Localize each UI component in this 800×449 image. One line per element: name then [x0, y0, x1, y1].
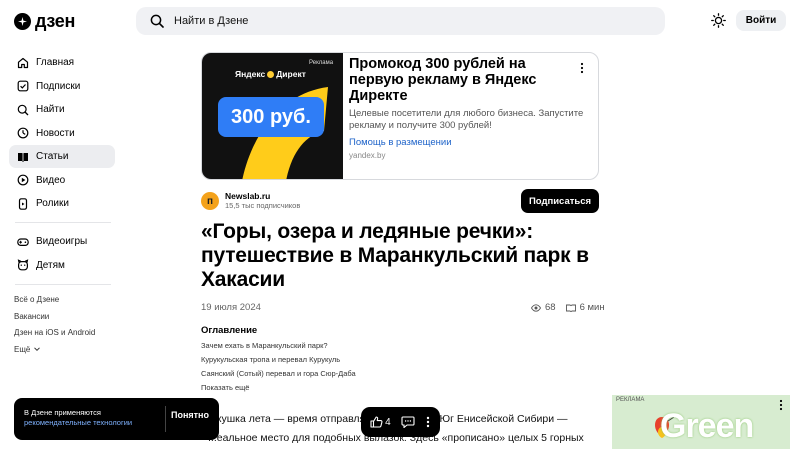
cookie-message: В Дзене применяются [24, 408, 101, 417]
sidebar-item-video[interactable]: Видео [9, 169, 115, 192]
channel-subscribers: 15,5 тыс подписчиков [225, 201, 301, 210]
sidebar-item-label: Детям [36, 259, 65, 271]
side-ad-logo-text: Green [660, 407, 754, 445]
more-vertical-icon[interactable] [577, 62, 587, 74]
cookie-accept-button[interactable]: Понятно [171, 410, 209, 420]
ad-description: Целевые посетители для любого бизнеса. З… [349, 108, 584, 131]
sidebar-item-search[interactable]: Найти [9, 98, 115, 121]
logo-text: дзен [35, 11, 76, 31]
toc-show-more[interactable]: Показать ещё [201, 383, 356, 397]
views-count: 68 [545, 302, 556, 313]
footer-more-label: Ещё [14, 344, 31, 354]
footer-link-about[interactable]: Всё о Дзене [9, 292, 115, 309]
search-icon [17, 104, 29, 115]
ad-brand-text-2: Директ [276, 69, 306, 79]
sidebar-item-label: Статьи [36, 151, 69, 162]
read-time: 6 мин [579, 302, 605, 313]
channel-text: Newslab.ru 15,5 тыс подписчиков [225, 191, 300, 211]
ad-domain: yandex.by [349, 151, 386, 160]
search-input[interactable] [174, 15, 574, 27]
sidebar-item-shorts[interactable]: Ролики [9, 192, 115, 215]
header: дзен Войти [0, 0, 800, 44]
sidebar-item-label: Видеоигры [36, 236, 88, 247]
channel-info[interactable]: п Newslab.ru 15,5 тыс подписчиков [201, 191, 300, 211]
sidebar-item-label: Ролики [36, 198, 69, 209]
sidebar-item-label: Главная [36, 57, 75, 68]
ad-title[interactable]: Промокод 300 рублей на первую рекламу в … [349, 56, 569, 104]
shorts-icon [18, 197, 28, 210]
video-icon [17, 174, 29, 186]
sidebar-item-label: Подписки [36, 80, 81, 92]
ad-label: Реклама [309, 60, 334, 66]
footer-link-apps[interactable]: Дзен на iOS и Android [9, 325, 115, 342]
like-button[interactable]: 4 [370, 416, 391, 428]
ad-price: 300 руб. [218, 97, 324, 137]
subscribe-button[interactable]: Подписаться [521, 189, 599, 213]
news-icon [17, 127, 29, 139]
sidebar-item-subscriptions[interactable]: Подписки [9, 75, 115, 98]
login-button[interactable]: Войти [736, 10, 786, 31]
sidebar-divider [15, 283, 111, 285]
search-icon [150, 14, 164, 28]
sidebar-item-news[interactable]: Новости [9, 122, 115, 145]
book-icon [565, 304, 576, 312]
sidebar-item-label: Новости [36, 127, 75, 139]
like-count: 4 [385, 416, 391, 428]
article-stats: 68 6 мин [531, 302, 605, 313]
articles-icon [18, 152, 28, 162]
cookie-text: В Дзене применяются рекомендательные тех… [24, 408, 164, 428]
comment-icon[interactable] [401, 416, 415, 428]
ad-link[interactable]: Помощь в размещении [349, 137, 452, 148]
chevron-down-icon [34, 347, 41, 352]
thumbs-up-icon [370, 416, 383, 428]
sidebar-item-label: Найти [36, 104, 65, 115]
search-bar[interactable] [136, 7, 665, 35]
side-ad-banner[interactable]: РЕКЛАМА Green [612, 395, 790, 449]
article-date: 19 июля 2024 [201, 302, 261, 313]
reaction-bar: 4 [361, 407, 440, 437]
toc-item[interactable]: Зачем ехать в Маранкульский парк? [201, 341, 356, 355]
sidebar-divider [15, 222, 111, 223]
table-of-contents: Зачем ехать в Маранкульский парк? Куруку… [201, 341, 356, 397]
ad-image[interactable]: Реклама Яндекс Директ 300 руб. [202, 53, 343, 179]
article-title: «Горы, озера и ледяные речки»: путешеств… [201, 220, 589, 291]
yandex-direct-logo-icon [267, 70, 275, 78]
ad-card[interactable]: Реклама Яндекс Директ 300 руб. Промокод … [201, 52, 599, 180]
cookie-link[interactable]: рекомендательные технологии [24, 418, 132, 427]
sidebar-item-articles[interactable]: Статьи [9, 145, 115, 168]
channel-name[interactable]: Newslab.ru [225, 191, 300, 201]
home-icon [17, 57, 29, 68]
eye-icon [531, 303, 541, 312]
kids-icon [17, 259, 29, 271]
more-vertical-icon[interactable] [425, 416, 431, 428]
sidebar-item-videogames[interactable]: Видеоигры [9, 230, 115, 253]
side-ad-label: РЕКЛАМА [616, 397, 645, 403]
avatar[interactable]: п [201, 192, 219, 210]
toc-item[interactable]: Саянский (Сотый) перевал и гора Сюр-Даба [201, 369, 356, 383]
sidebar: Главная Подписки Найти Новости Статьи Ви… [9, 51, 115, 358]
ad-brand-text-1: Яндекс [235, 69, 266, 79]
toc-item[interactable]: Курукульская тропа и перевал Курукуль [201, 355, 356, 369]
dzen-logo-icon [14, 13, 31, 30]
cookie-notice: В Дзене применяются рекомендательные тех… [14, 398, 219, 440]
sidebar-item-label: Видео [36, 174, 66, 186]
ad-brand: Яндекс Директ [235, 69, 306, 79]
footer-link-more[interactable]: Ещё [9, 341, 115, 358]
logo[interactable]: дзен [14, 11, 75, 32]
toc-heading: Оглавление [201, 325, 258, 336]
footer-link-vacancies[interactable]: Вакансии [9, 308, 115, 325]
theme-toggle-sun-icon[interactable] [711, 13, 726, 28]
subscriptions-icon [17, 80, 29, 92]
gamepad-icon [17, 237, 29, 246]
cookie-divider [165, 406, 166, 432]
sidebar-item-home[interactable]: Главная [9, 51, 115, 74]
more-vertical-icon[interactable] [776, 399, 786, 411]
sidebar-item-kids[interactable]: Детям [9, 254, 115, 277]
